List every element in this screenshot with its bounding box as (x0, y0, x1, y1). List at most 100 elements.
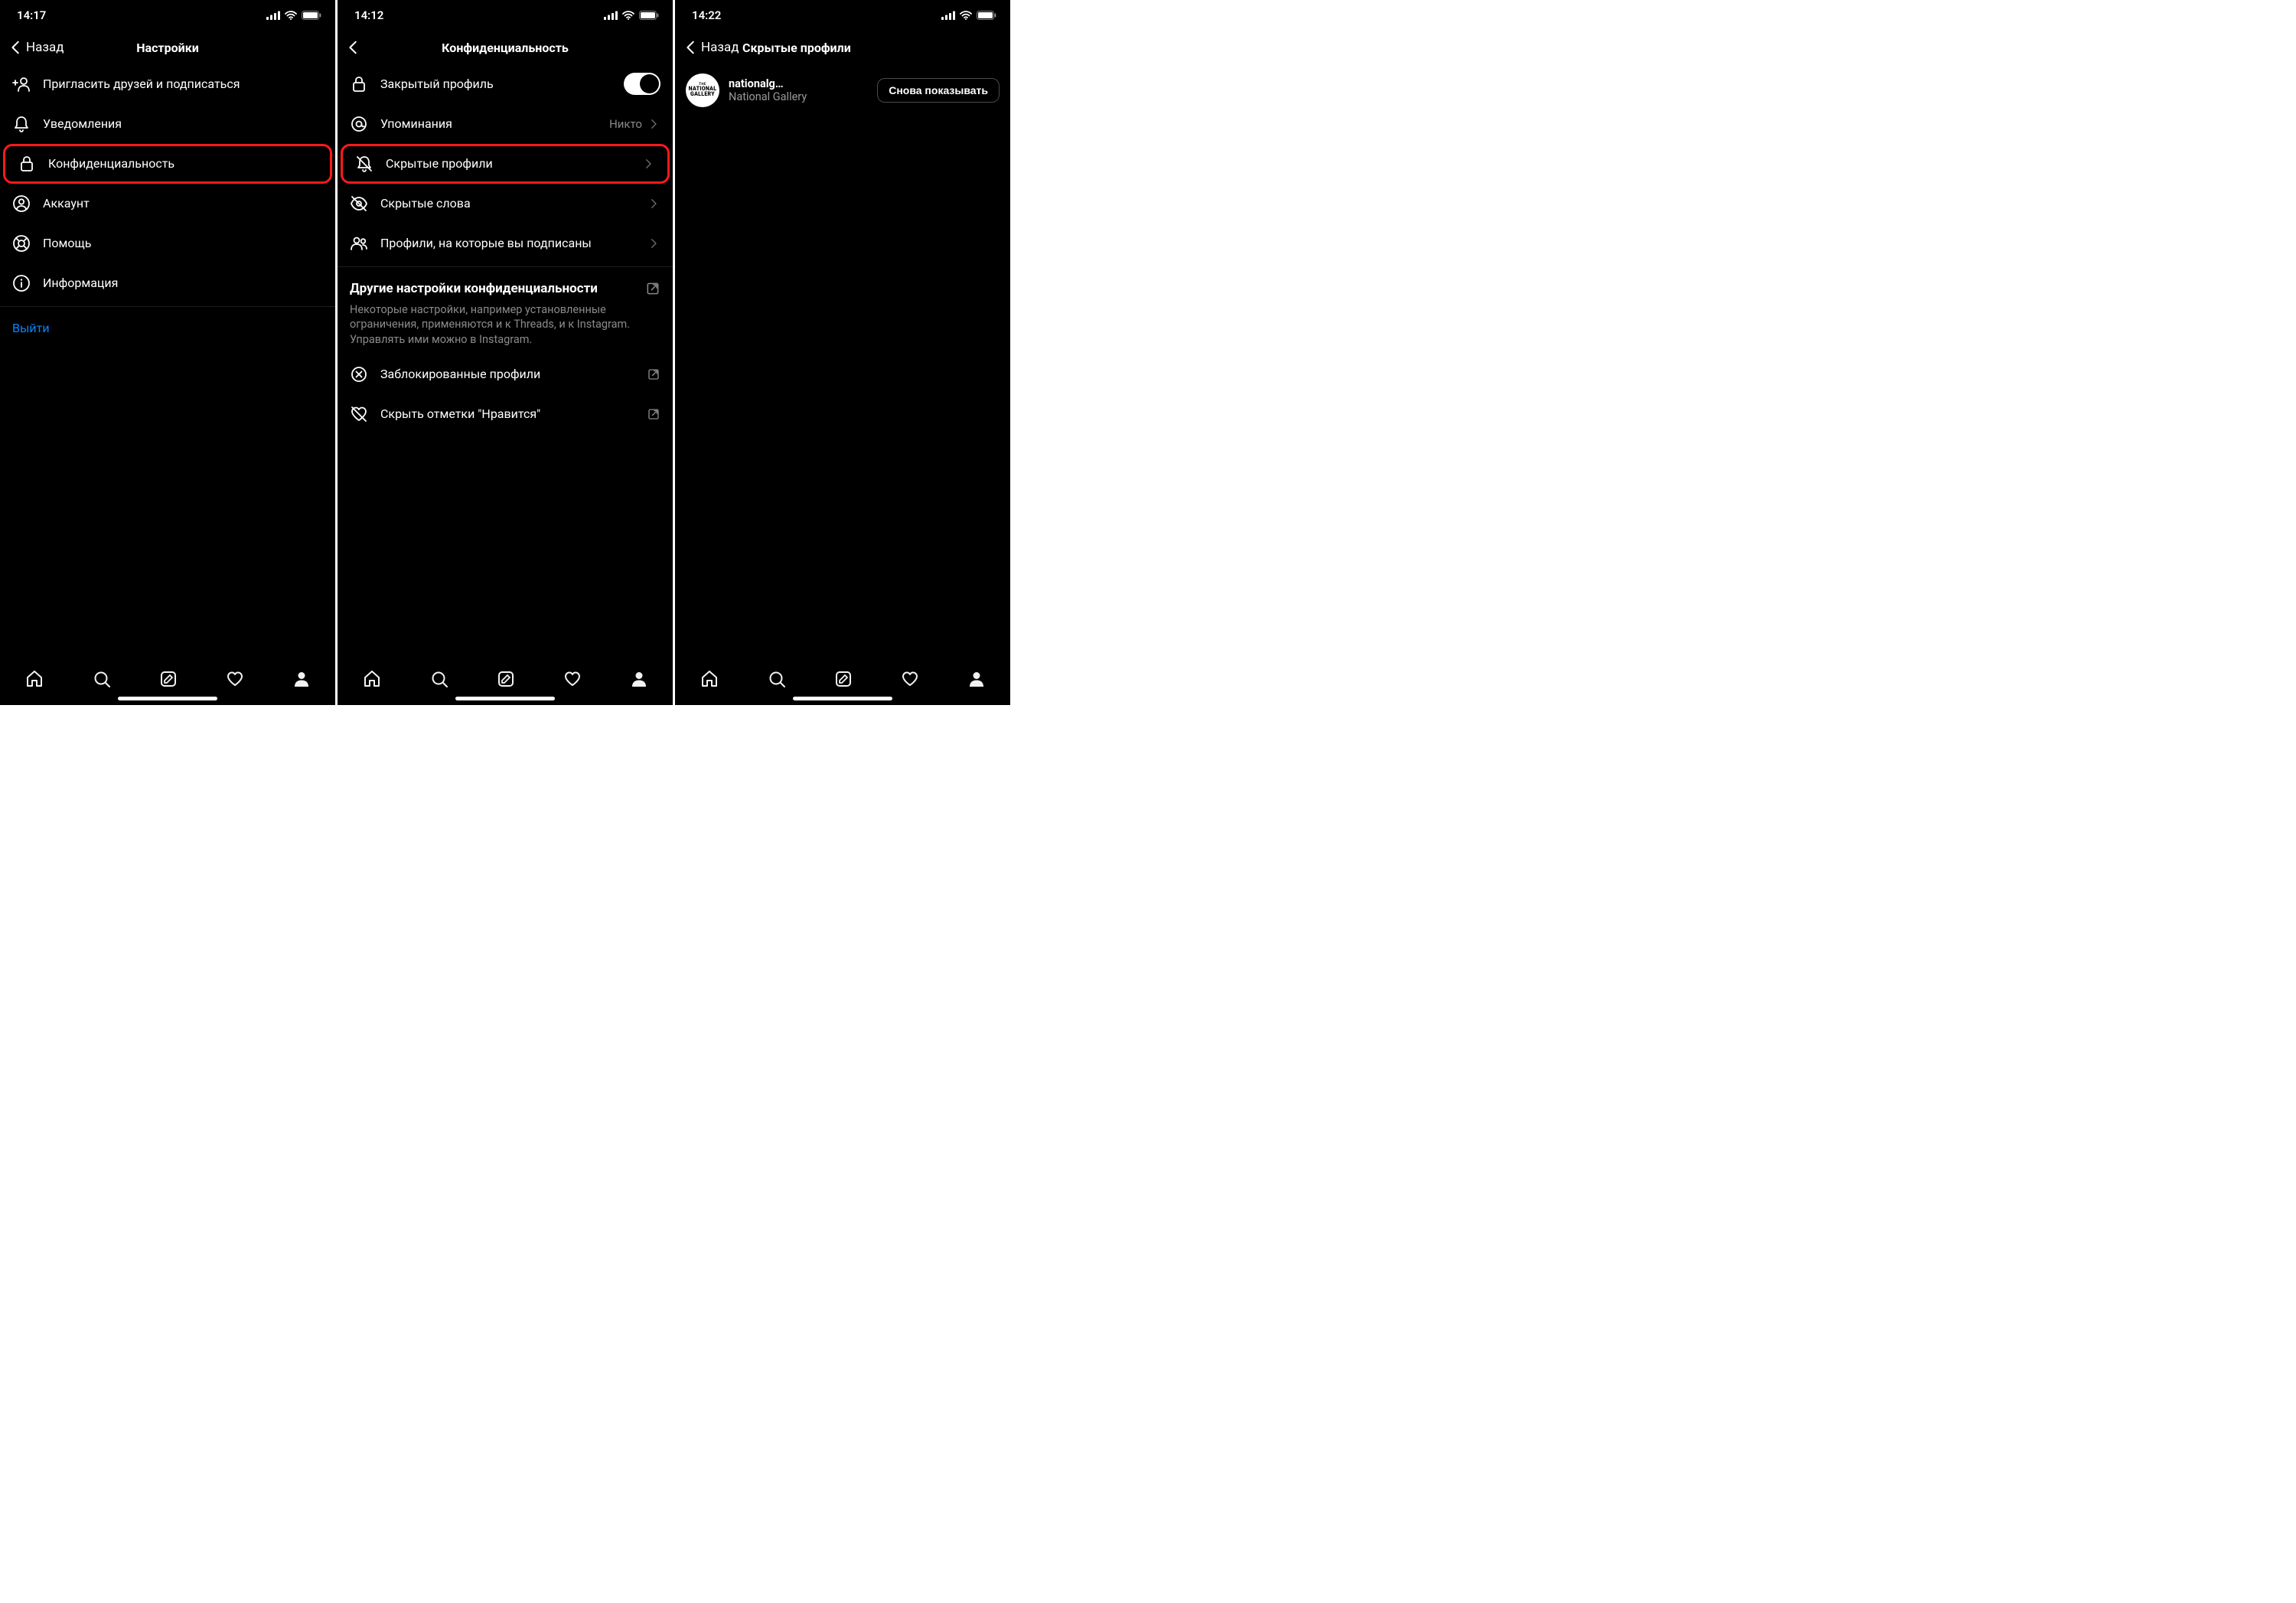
row-label: Профили, на которые вы подписаны (380, 236, 634, 251)
row-notifications[interactable]: Уведомления (0, 104, 335, 144)
row-invite-friends[interactable]: Пригласить друзей и подписаться (0, 64, 335, 104)
section-title: Другие настройки конфиденциальности (350, 281, 636, 296)
bell-off-icon (355, 155, 373, 173)
tab-search[interactable] (93, 670, 111, 688)
status-time: 14:17 (17, 8, 46, 22)
tab-compose[interactable] (834, 670, 853, 688)
home-indicator (455, 697, 555, 700)
unmute-button[interactable]: Снова показывать (877, 78, 1000, 103)
tab-home[interactable] (700, 669, 719, 689)
back-label: Назад (701, 40, 739, 55)
home-icon (700, 669, 719, 689)
muted-profile-row: THE NATIONAL GALLERY nationalg… National… (675, 64, 1010, 116)
screen-muted-profiles: 14:22 Назад Скрытые профили THE NATIONAL… (675, 0, 1010, 705)
row-label: Аккаунт (43, 196, 323, 211)
row-blocked-profiles[interactable]: Заблокированные профили (338, 354, 673, 394)
external-icon (647, 367, 660, 381)
back-button[interactable]: Назад (8, 38, 64, 57)
profile-fullname: National Gallery (729, 90, 868, 103)
wifi-icon (285, 11, 297, 20)
profile-text[interactable]: nationalg… National Gallery (729, 77, 868, 103)
row-help[interactable]: Помощь (0, 224, 335, 263)
row-hidden-words[interactable]: Скрытые слова (338, 184, 673, 224)
status-bar: 14:12 (338, 0, 673, 31)
avatar-line3: GALLERY (690, 92, 715, 97)
compose-icon (159, 670, 178, 688)
home-icon (24, 669, 44, 689)
row-trail: Никто (609, 115, 660, 133)
search-icon (768, 670, 786, 688)
home-icon (362, 669, 382, 689)
people-icon (350, 234, 368, 253)
row-hide-likes[interactable]: Скрыть отметки "Нравится" (338, 394, 673, 434)
page-title: Конфиденциальность (338, 41, 673, 55)
row-label: Скрыть отметки "Нравится" (380, 406, 634, 422)
tab-profile[interactable] (967, 670, 986, 688)
row-info[interactable]: Информация (0, 263, 335, 303)
back-button[interactable] (345, 38, 362, 57)
signal-icon (941, 11, 955, 20)
home-indicator (118, 697, 217, 700)
profile-username: nationalg… (729, 77, 868, 90)
battery-icon (302, 11, 321, 20)
add-user-icon (12, 75, 31, 93)
avatar[interactable]: THE NATIONAL GALLERY (686, 73, 719, 107)
nav-header: Назад Настройки (0, 31, 335, 64)
tab-search[interactable] (768, 670, 786, 688)
section-description: Некоторые настройки, например установлен… (338, 302, 673, 355)
nav-header: Конфиденциальность (338, 31, 673, 64)
row-label: Помощь (43, 236, 323, 251)
status-right (266, 11, 321, 20)
account-icon (12, 194, 31, 213)
trail-text: Никто (609, 117, 642, 131)
nav-header: Назад Скрытые профили (675, 31, 1010, 64)
tab-profile[interactable] (292, 670, 311, 688)
row-label: Уведомления (43, 116, 323, 132)
chevron-right-icon (647, 234, 660, 253)
logout-button[interactable]: Выйти (0, 310, 335, 346)
compose-icon (497, 670, 515, 688)
tab-activity[interactable] (563, 670, 582, 688)
status-bar: 14:17 (0, 0, 335, 31)
row-muted-profiles[interactable]: Скрытые профили (341, 144, 670, 184)
back-button[interactable]: Назад (683, 38, 739, 57)
row-label: Скрытые слова (380, 196, 634, 211)
privacy-list: Закрытый профиль Упоминания Никто Скрыты… (338, 64, 673, 656)
tab-home[interactable] (362, 669, 382, 689)
private-profile-toggle[interactable] (624, 73, 660, 95)
divider (338, 266, 673, 267)
heart-icon (226, 670, 244, 688)
chevron-right-icon (647, 194, 660, 213)
search-icon (93, 670, 111, 688)
eye-off-icon (350, 194, 368, 213)
tab-activity[interactable] (901, 670, 919, 688)
tab-compose[interactable] (159, 670, 178, 688)
profile-icon (292, 670, 311, 688)
row-mentions[interactable]: Упоминания Никто (338, 104, 673, 144)
tab-home[interactable] (24, 669, 44, 689)
lifebuoy-icon (12, 234, 31, 253)
heart-icon (563, 670, 582, 688)
wifi-icon (622, 11, 634, 20)
profile-icon (630, 670, 648, 688)
tab-search[interactable] (430, 670, 448, 688)
status-bar: 14:22 (675, 0, 1010, 31)
external-icon (647, 407, 660, 421)
row-trail (647, 194, 660, 213)
row-privacy[interactable]: Конфиденциальность (3, 144, 332, 184)
tab-compose[interactable] (497, 670, 515, 688)
row-trail (641, 155, 655, 173)
status-right (941, 11, 996, 20)
external-icon[interactable] (645, 281, 660, 296)
divider (0, 306, 335, 307)
row-account[interactable]: Аккаунт (0, 184, 335, 224)
row-private-profile[interactable]: Закрытый профиль (338, 64, 673, 104)
chevron-right-icon (647, 115, 660, 133)
chevron-right-icon (641, 155, 655, 173)
tab-profile[interactable] (630, 670, 648, 688)
row-label: Упоминания (380, 116, 597, 132)
heart-off-icon (350, 405, 368, 423)
row-following[interactable]: Профили, на которые вы подписаны (338, 224, 673, 263)
chevron-left-icon (683, 38, 700, 57)
tab-activity[interactable] (226, 670, 244, 688)
